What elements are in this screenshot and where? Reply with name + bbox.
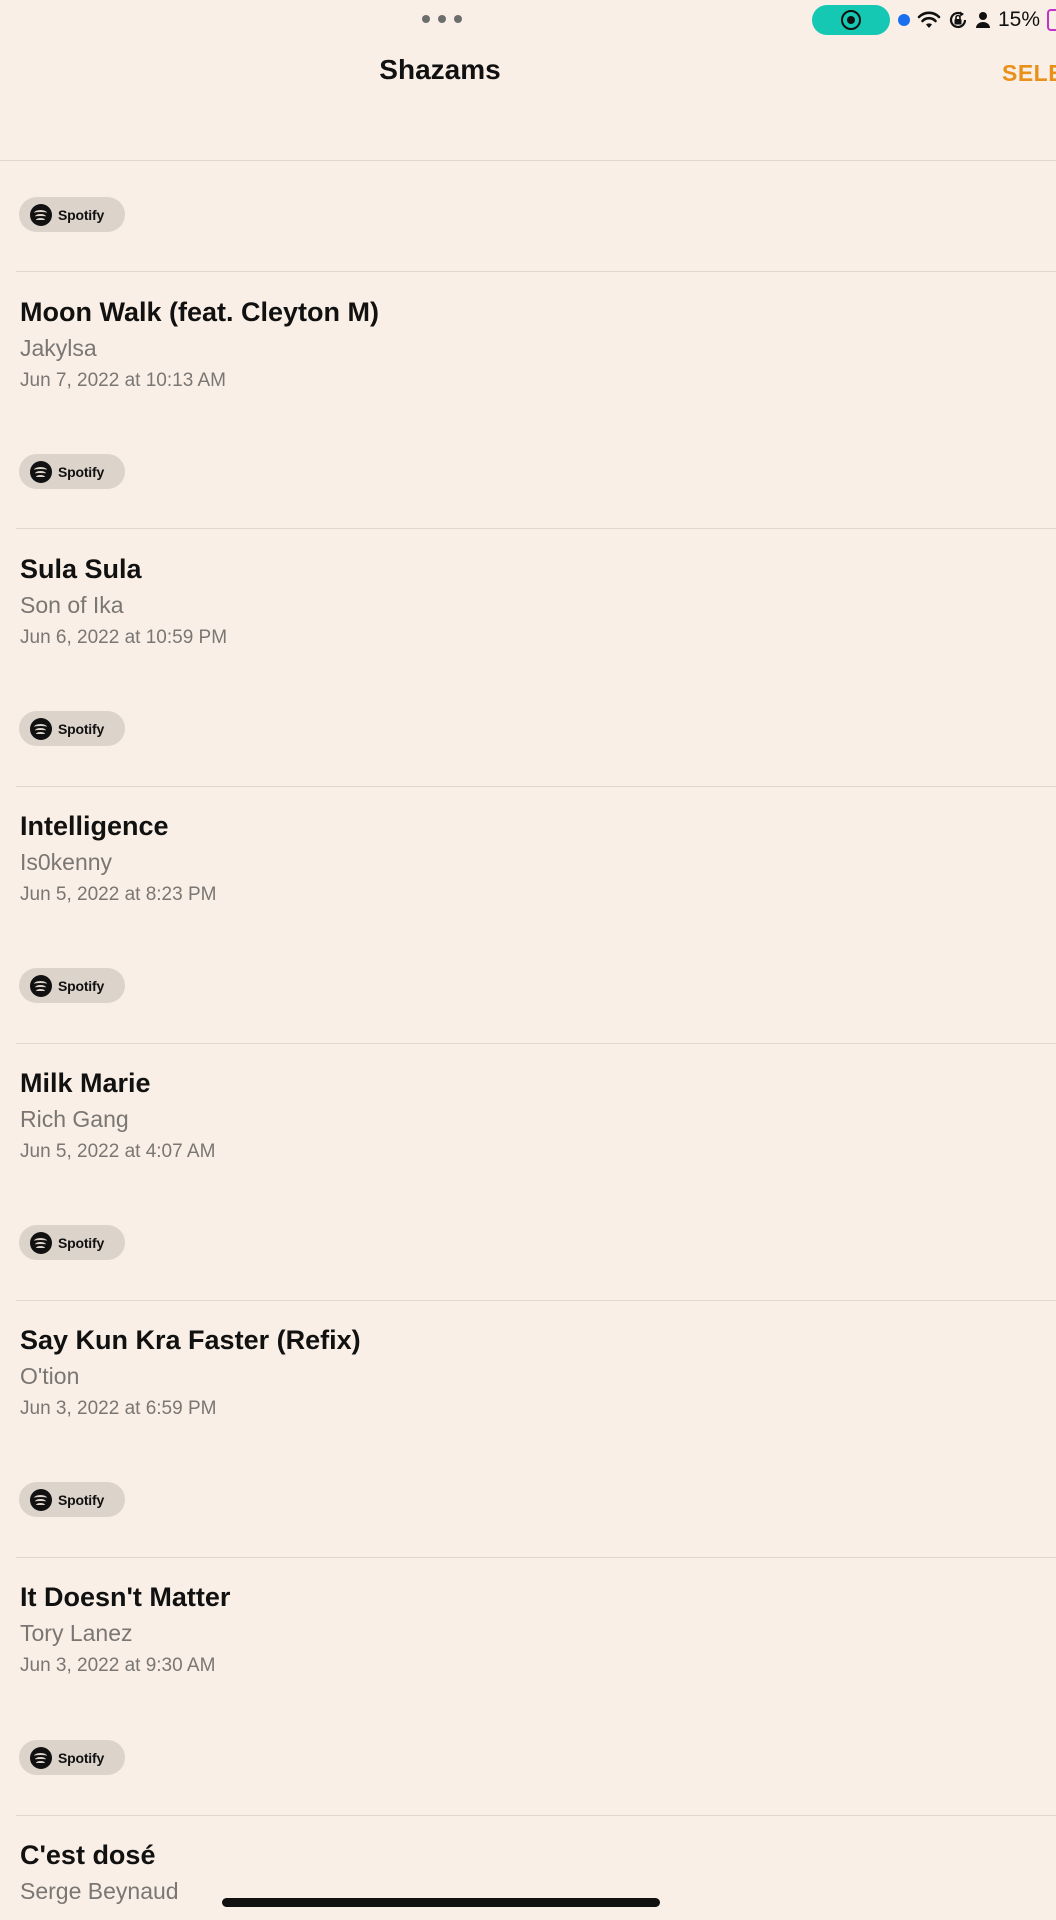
wifi-icon: [917, 11, 941, 28]
track-title: It Doesn't Matter: [20, 1582, 231, 1612]
home-indicator[interactable]: [222, 1898, 660, 1907]
track-artist: Jakylsa: [20, 335, 97, 361]
track-artist: Rich Gang: [20, 1106, 129, 1132]
person-icon: [976, 12, 990, 28]
spotify-button[interactable]: Spotify: [19, 1225, 125, 1260]
track-artist: O'tion: [20, 1363, 80, 1389]
list-item[interactable]: Milk Marie Rich Gang Jun 5, 2022 at 4:07…: [20, 1066, 1020, 1164]
divider: [16, 1300, 1056, 1301]
track-artist: Tory Lanez: [20, 1620, 133, 1646]
spotify-label: Spotify: [58, 977, 105, 994]
spotify-label: Spotify: [58, 463, 105, 480]
divider: [16, 786, 1056, 787]
spotify-icon: [30, 1746, 52, 1769]
track-title: C'est dosé: [20, 1840, 156, 1870]
page-title: Shazams: [379, 54, 501, 85]
track-title: Sula Sula: [20, 554, 142, 584]
list-item[interactable]: It Doesn't Matter Tory Lanez Jun 3, 2022…: [20, 1580, 1020, 1678]
spotify-label: Spotify: [58, 1234, 105, 1251]
select-button[interactable]: SELE: [1002, 60, 1056, 87]
track-title: Milk Marie: [20, 1068, 151, 1098]
spotify-label: Spotify: [58, 720, 105, 737]
list-item[interactable]: Intelligence Is0kenny Jun 5, 2022 at 8:2…: [20, 809, 1020, 907]
divider: [0, 160, 1056, 161]
spotify-icon: [30, 717, 52, 740]
spotify-button[interactable]: Spotify: [19, 1482, 125, 1517]
spotify-label: Spotify: [58, 206, 105, 223]
track-title: Moon Walk (feat. Cleyton M): [20, 297, 379, 327]
track-artist: Son of Ika: [20, 592, 124, 618]
track-date: Jun 7, 2022 at 10:13 AM: [20, 370, 226, 391]
divider: [16, 1043, 1056, 1044]
track-artist: Is0kenny: [20, 849, 113, 875]
spotify-label: Spotify: [58, 1491, 105, 1508]
spotify-button[interactable]: Spotify: [19, 711, 125, 746]
orientation-lock-icon: [949, 11, 967, 29]
status-bar: 15%: [0, 0, 1056, 40]
track-date: Jun 5, 2022 at 4:07 AM: [20, 1141, 216, 1162]
track-date: Jun 5, 2022 at 8:23 PM: [20, 884, 217, 905]
spotify-button[interactable]: Spotify: [19, 197, 125, 232]
spotify-icon: [30, 460, 52, 483]
list-item[interactable]: Say Kun Kra Faster (Refix) O'tion Jun 3,…: [20, 1323, 1020, 1421]
track-title: Intelligence: [20, 811, 169, 841]
screen-record-icon[interactable]: [812, 5, 890, 35]
battery-percent: 15%: [998, 8, 1041, 31]
spotify-button[interactable]: Spotify: [19, 1740, 125, 1775]
spotify-button[interactable]: Spotify: [19, 968, 125, 1003]
divider: [16, 1815, 1056, 1816]
list-item[interactable]: Moon Walk (feat. Cleyton M) Jakylsa Jun …: [20, 295, 1020, 393]
track-title: Say Kun Kra Faster (Refix): [20, 1325, 361, 1355]
divider: [16, 528, 1056, 529]
divider: [16, 271, 1056, 272]
list-item[interactable]: Sula Sula Son of Ika Jun 6, 2022 at 10:5…: [20, 552, 1020, 650]
track-date: Jun 3, 2022 at 6:59 PM: [20, 1398, 217, 1419]
divider: [16, 1557, 1056, 1558]
spotify-icon: [30, 1231, 52, 1254]
track-date: Jun 3, 2022 at 9:30 AM: [20, 1655, 216, 1676]
spotify-icon: [30, 974, 52, 997]
track-date: Jun 6, 2022 at 10:59 PM: [20, 627, 228, 648]
more-dots-icon[interactable]: [422, 12, 462, 26]
location-dot-icon: [898, 14, 910, 26]
list-item[interactable]: C'est dosé Serge Beynaud: [20, 1838, 1020, 1906]
spotify-label: Spotify: [58, 1749, 105, 1766]
spotify-button[interactable]: Spotify: [19, 454, 125, 489]
spotify-icon: [30, 203, 52, 226]
battery-icon: [1047, 9, 1056, 31]
spotify-icon: [30, 1488, 52, 1511]
